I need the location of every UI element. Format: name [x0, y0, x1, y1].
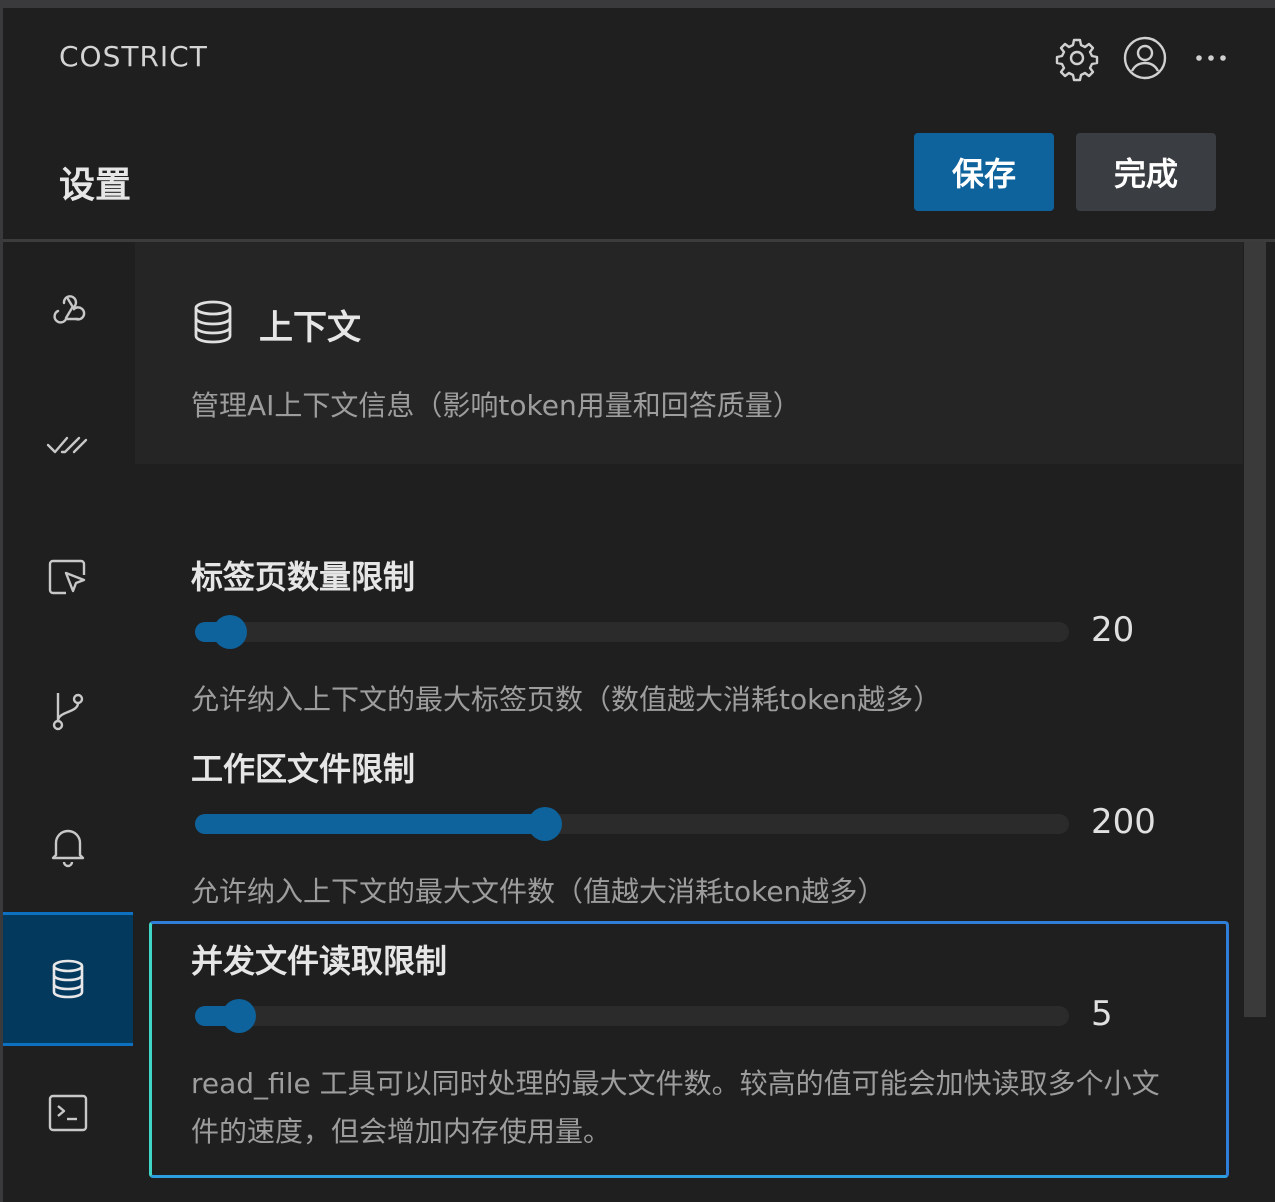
setting-description: 允许纳入上下文的最大文件数（值越大消耗token越多） [191, 875, 886, 908]
gear-icon[interactable] [1053, 34, 1101, 82]
tabs-limit-slider[interactable] [195, 615, 1069, 649]
app-title: COSTRICT [59, 40, 208, 73]
more-icon[interactable] [1189, 34, 1237, 82]
save-button[interactable]: 保存 [914, 133, 1054, 211]
database-icon [194, 300, 232, 344]
sidebar-item-terminal[interactable] [3, 1046, 133, 1180]
settings-panel: COSTRICT 设置 保存 完成 上下文 管理AI上下文信息（影响token用… [3, 8, 1275, 1202]
sidebar-item-context[interactable] [3, 912, 133, 1046]
cursor-box-icon [48, 559, 86, 595]
page-title: 设置 [59, 165, 132, 206]
bell-icon [51, 829, 85, 868]
setting-label: 工作区文件限制 [191, 750, 416, 788]
slider-fill [195, 814, 545, 834]
database-icon [52, 959, 84, 999]
slider-track [195, 622, 1069, 642]
terminal-icon [48, 1094, 88, 1132]
account-icon[interactable] [1121, 34, 1169, 82]
webhook-icon [53, 295, 86, 324]
section-description: 管理AI上下文信息（影响token用量和回答质量） [191, 389, 801, 422]
scrollbar[interactable] [1244, 242, 1266, 1017]
double-check-icon [46, 436, 88, 454]
workspace-files-slider[interactable] [195, 807, 1069, 841]
done-button[interactable]: 完成 [1076, 133, 1216, 211]
sidebar-item-checkpoints[interactable] [3, 644, 133, 778]
slider-thumb[interactable] [527, 807, 562, 841]
sidebar-item-notifications[interactable] [3, 778, 133, 912]
focused-setting-outline [149, 921, 1229, 1178]
top-bar: COSTRICT [3, 8, 1275, 108]
slider-thumb[interactable] [212, 615, 247, 649]
sidebar-item-auto-approve[interactable] [3, 376, 133, 510]
setting-label: 标签页数量限制 [191, 558, 416, 596]
settings-header: 设置 保存 完成 [3, 118, 1275, 238]
slider-value: 20 [1091, 610, 1135, 650]
section-title: 上下文 [259, 308, 361, 348]
setting-description: 允许纳入上下文的最大标签页数（数值越大消耗token越多） [191, 683, 942, 716]
slider-value: 200 [1091, 802, 1156, 842]
sidebar [3, 242, 133, 1202]
sidebar-item-providers[interactable] [3, 242, 133, 376]
section-header: 上下文 管理AI上下文信息（影响token用量和回答质量） [135, 242, 1243, 464]
git-branch-icon [52, 693, 84, 731]
sidebar-item-browser[interactable] [3, 510, 133, 644]
